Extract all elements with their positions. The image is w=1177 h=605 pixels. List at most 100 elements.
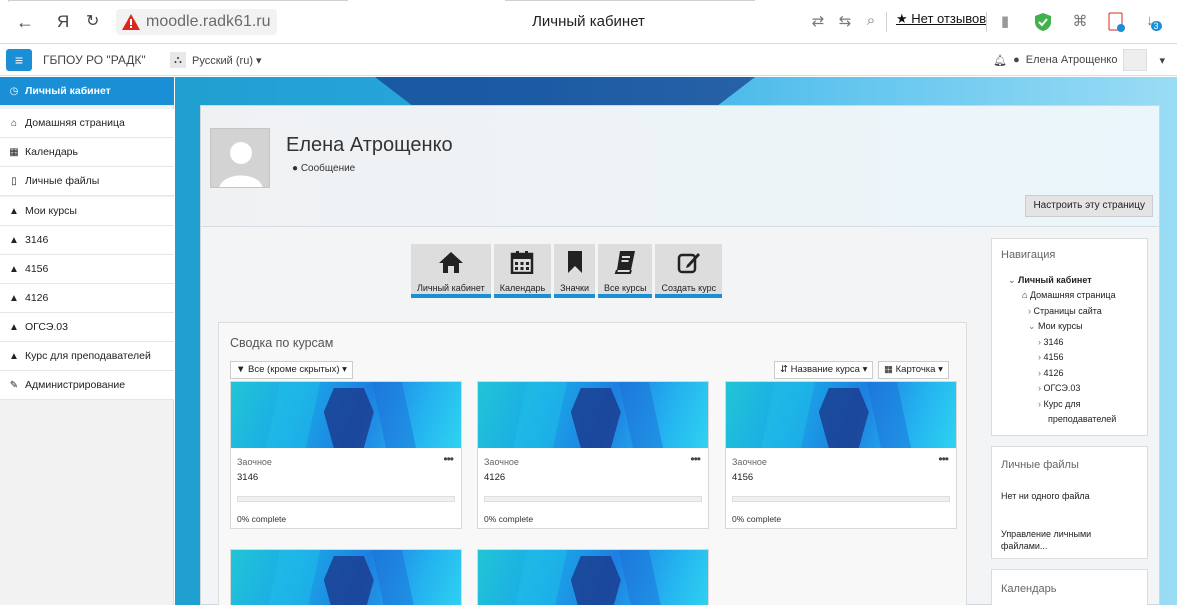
drawer-item-home[interactable]: ⌂ Домашняя страница bbox=[0, 109, 174, 138]
chat-icon[interactable]: ● bbox=[1013, 54, 1020, 66]
browser-chrome: ← Я ↻ moodle.radk61.ru Личный кабинет ⇄ … bbox=[0, 0, 1177, 44]
quick-link-label: Все курсы bbox=[604, 283, 647, 293]
course-name[interactable]: 4126 bbox=[484, 472, 505, 483]
drawer-item-label: Личный кабинет bbox=[25, 85, 111, 97]
security-warning-icon[interactable] bbox=[122, 14, 140, 30]
nav-course-4156[interactable]: › 4156 bbox=[1038, 352, 1064, 362]
nav-my-courses-label: Мои курсы bbox=[1038, 321, 1083, 331]
course-name[interactable]: 3146 bbox=[237, 472, 258, 483]
course-image[interactable] bbox=[231, 382, 461, 448]
language-menu[interactable]: ⛬ Русский (ru) ▾ bbox=[170, 51, 262, 69]
menu-toggle-button[interactable]: ≡ bbox=[6, 49, 32, 71]
navbar-user-name[interactable]: Елена Атрощенко bbox=[1026, 54, 1118, 66]
view-dropdown[interactable]: ▦ Карточка ▾ bbox=[878, 361, 949, 379]
navigation-block-title: Навигация bbox=[1001, 249, 1056, 261]
course-card[interactable] bbox=[230, 549, 462, 605]
nav-course-teachers[interactable]: › Курс для bbox=[1038, 399, 1081, 409]
filter-dropdown[interactable]: ▼ Все (кроме скрытых) ▾ bbox=[230, 361, 353, 379]
drawer-item-label: 4156 bbox=[25, 263, 49, 275]
quick-link-create-course[interactable]: Создать курс bbox=[655, 244, 723, 298]
course-image[interactable] bbox=[726, 382, 956, 448]
nav-home-label: Домашняя страница bbox=[1029, 290, 1116, 300]
course-name[interactable]: 4156 bbox=[732, 472, 753, 483]
address-bar[interactable]: moodle.radk61.ru bbox=[116, 9, 277, 35]
drawer-item-admin[interactable]: ✎ Администрирование bbox=[0, 371, 174, 400]
yandex-logo-icon[interactable]: Я bbox=[57, 11, 69, 33]
manage-files-link[interactable]: Управление личными bbox=[1001, 529, 1091, 539]
nav-root[interactable]: ⌄ Личный кабинет bbox=[1008, 275, 1092, 286]
drawer-item-course-ogse[interactable]: ▲ ОГСЭ.03 bbox=[0, 313, 174, 342]
customize-page-button[interactable]: Настроить эту страницу bbox=[1025, 195, 1153, 217]
course-card[interactable]: Заочное ••• 4126 0% complete bbox=[477, 381, 709, 529]
drawer-item-dashboard[interactable]: ◷ Личный кабинет bbox=[0, 77, 174, 106]
bookmark-icon[interactable]: ▮ bbox=[995, 12, 1015, 32]
manage-files-link-2[interactable]: файлами... bbox=[1001, 541, 1047, 551]
nav-site-pages[interactable]: › Страницы сайта bbox=[1028, 306, 1102, 316]
chevron-down-icon: ⌄ bbox=[1028, 321, 1039, 331]
course-card[interactable] bbox=[477, 549, 709, 605]
site-name[interactable]: ГБПОУ РО "РАДК" bbox=[43, 53, 146, 67]
shield-icon[interactable] bbox=[1033, 12, 1053, 32]
nav-course-ogse[interactable]: › ОГСЭ.03 bbox=[1038, 383, 1080, 393]
chevron-down-icon[interactable]: ▾ bbox=[1159, 54, 1165, 67]
comment-icon: ● bbox=[292, 163, 299, 174]
nav-drawer: ◷ Личный кабинет ⌂ Домашняя страница ▦ Кале… bbox=[0, 77, 174, 605]
course-card[interactable]: Заочное ••• 3146 0% complete bbox=[230, 381, 462, 529]
graduation-cap-icon: ▲ bbox=[9, 350, 19, 362]
more-actions-icon[interactable]: ••• bbox=[690, 452, 701, 466]
bell-icon[interactable]: 🔔︎ bbox=[993, 54, 1007, 67]
url-text: moodle.radk61.ru bbox=[146, 13, 271, 30]
user-menu[interactable]: 🔔︎ ● Елена Атрощенко ▾ bbox=[993, 49, 1165, 71]
language-selector[interactable]: Русский (ru) ▾ bbox=[192, 54, 262, 67]
private-files-block: Личные файлы Нет ни одного файла Управле… bbox=[991, 446, 1148, 559]
back-arrow-icon[interactable]: ← bbox=[16, 11, 34, 33]
more-actions-icon[interactable]: ••• bbox=[443, 452, 454, 466]
quick-link-calendar[interactable]: Календарь bbox=[493, 244, 552, 298]
puzzle-icon[interactable]: ⌘ bbox=[1070, 12, 1090, 32]
course-overview-title: Сводка по курсам bbox=[230, 336, 334, 350]
calendar-icon bbox=[510, 250, 534, 281]
sitemap-icon[interactable]: ⛬ bbox=[170, 52, 186, 68]
course-image[interactable] bbox=[478, 550, 708, 605]
course-image[interactable] bbox=[478, 382, 708, 448]
more-actions-icon[interactable]: ••• bbox=[938, 452, 949, 466]
drawer-item-course-3146[interactable]: ▲ 3146 bbox=[0, 226, 174, 255]
course-image[interactable] bbox=[231, 550, 461, 605]
translate-alt-icon[interactable]: ⇆ bbox=[835, 12, 855, 32]
quick-link-label: Значки bbox=[560, 283, 590, 293]
course-card[interactable]: Заочное ••• 4156 0% complete bbox=[725, 381, 957, 529]
nav-course-4126[interactable]: › 4126 bbox=[1038, 368, 1064, 378]
reload-icon[interactable]: ↻ bbox=[86, 11, 99, 33]
drawer-item-course-4126[interactable]: ▲ 4126 bbox=[0, 284, 174, 313]
quick-links: Личный кабинет Календарь Значки Все курс… bbox=[411, 244, 723, 298]
book-icon bbox=[614, 250, 636, 281]
graduation-cap-icon: ▲ bbox=[9, 292, 19, 304]
message-link[interactable]: ● Сообщение bbox=[292, 163, 355, 174]
drawer-item-label: Мои курсы bbox=[25, 205, 77, 217]
quick-link-dashboard[interactable]: Личный кабинет bbox=[411, 244, 491, 298]
drawer-item-course-4156[interactable]: ▲ 4156 bbox=[0, 255, 174, 284]
quick-link-badges[interactable]: Значки bbox=[554, 244, 596, 298]
quick-link-label: Личный кабинет bbox=[417, 283, 485, 293]
translate-icon[interactable]: ⇄ bbox=[808, 12, 828, 32]
drawer-item-label: ОГСЭ.03 bbox=[25, 321, 68, 333]
sort-dropdown[interactable]: ⇵ Название курса ▾ bbox=[774, 361, 874, 379]
quick-link-all-courses[interactable]: Все курсы bbox=[598, 244, 653, 298]
drawer-item-calendar[interactable]: ▦ Календарь bbox=[0, 138, 174, 167]
hamburger-icon: ≡ bbox=[14, 52, 24, 68]
user-avatar[interactable] bbox=[210, 128, 270, 188]
search-icon[interactable]: ⌕ bbox=[861, 12, 881, 32]
nav-course-teachers-2[interactable]: преподавателей bbox=[1048, 414, 1116, 424]
main-region: Елена Атрощенко ● Сообщение Настроить эт… bbox=[175, 77, 1177, 605]
nav-my-courses[interactable]: ⌄ Мои курсы bbox=[1028, 321, 1083, 332]
nav-home[interactable]: ⌂ Домашняя страница bbox=[1022, 290, 1116, 300]
drawer-item-files[interactable]: ▯ Личные файлы bbox=[0, 167, 174, 196]
avatar[interactable] bbox=[1123, 49, 1148, 71]
pdf-icon[interactable] bbox=[1106, 12, 1126, 32]
nav-course-3146[interactable]: › 3146 bbox=[1038, 337, 1064, 347]
view-label: Карточка ▾ bbox=[895, 364, 943, 375]
downloads-icon[interactable]: ↓3 bbox=[1146, 12, 1174, 32]
drawer-item-course-teachers[interactable]: ▲ Курс для преподавателей bbox=[0, 342, 174, 371]
reviews-link[interactable]: ★ Нет отзывов bbox=[896, 11, 986, 27]
drawer-item-my-courses[interactable]: ▲ Мои курсы bbox=[0, 197, 174, 226]
